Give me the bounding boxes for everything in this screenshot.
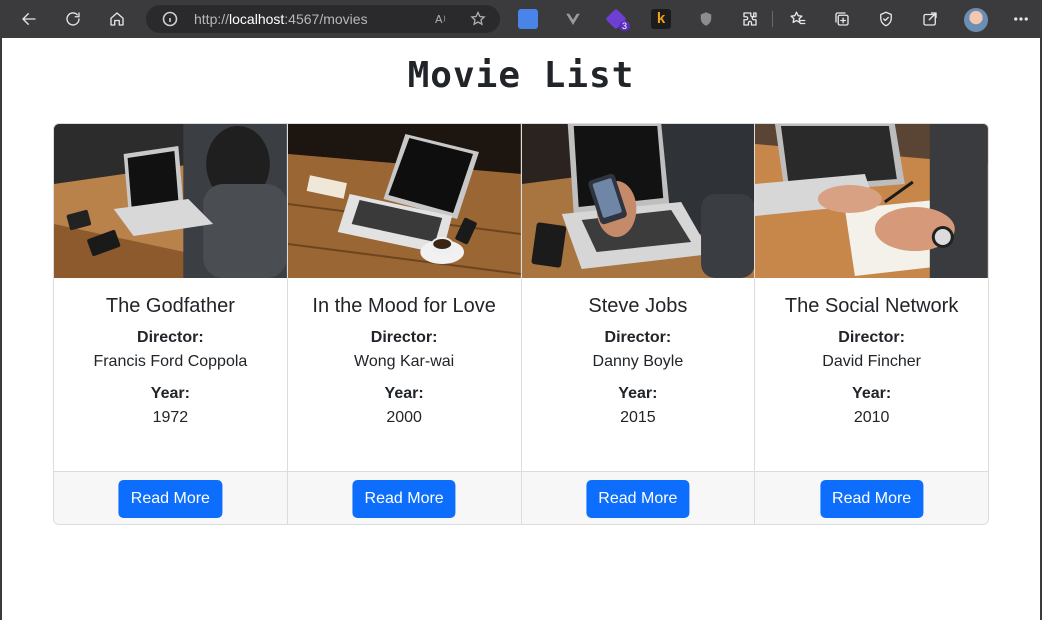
read-aloud-icon[interactable]: A) (434, 11, 450, 27)
release-year: 1972 (152, 409, 189, 426)
movie-card-image (755, 124, 988, 278)
movie-title: The Social Network (784, 295, 959, 317)
director-name: Francis Ford Coppola (93, 353, 248, 370)
extensions-puzzle-icon[interactable] (738, 7, 762, 31)
svg-text:A: A (435, 13, 443, 26)
vue-extension-icon[interactable] (561, 7, 585, 31)
toolbar-divider (772, 11, 773, 27)
page-content: Movie List The Godfather Director: Franc… (2, 38, 1040, 620)
translate-extension-icon[interactable] (518, 9, 538, 29)
page-title: Movie List (407, 55, 635, 96)
browser-essentials-icon[interactable] (874, 7, 898, 31)
director-name: Danny Boyle (592, 353, 684, 370)
director-label: Director: (604, 329, 672, 346)
release-year: 2015 (620, 409, 656, 426)
shield-extension-icon[interactable] (694, 7, 718, 31)
favorites-icon[interactable] (786, 7, 810, 31)
read-more-button[interactable]: Read More (352, 480, 456, 518)
movie-title: In the Mood for Love (312, 295, 496, 317)
year-label: Year: (618, 385, 658, 402)
extension-badge-count: 3 (619, 21, 631, 31)
collections-icon[interactable] (830, 7, 854, 31)
url-text: http://localhost:4567/movies (194, 11, 368, 27)
release-year: 2010 (853, 409, 890, 426)
movie-card-footer: Read More (287, 471, 521, 524)
movie-card-body: Steve Jobs Director: Danny Boyle Year: 2… (522, 278, 755, 471)
director-label: Director: (370, 329, 438, 346)
movie-card-image (287, 124, 521, 278)
home-icon[interactable] (105, 7, 129, 31)
year-label: Year: (150, 385, 190, 402)
read-more-button[interactable]: Read More (586, 480, 690, 518)
director-name: Wong Kar-wai (354, 353, 455, 370)
address-bar[interactable]: http://localhost:4567/movies A) (146, 5, 500, 33)
movie-card: The Godfather Director: Francis Ford Cop… (54, 124, 288, 524)
movie-card-footer: Read More (54, 471, 287, 524)
reload-icon[interactable] (61, 7, 85, 31)
read-more-button[interactable]: Read More (118, 480, 222, 518)
movie-card-image (521, 124, 755, 278)
movie-card-body: In the Mood for Love Director: Wong Kar-… (288, 278, 521, 471)
director-label: Director: (137, 329, 204, 346)
add-favorite-icon[interactable] (470, 10, 486, 27)
movie-card-group: The Godfather Director: Francis Ford Cop… (53, 123, 989, 525)
year-label: Year: (384, 385, 424, 402)
movie-card: Steve Jobs Director: Danny Boyle Year: 2… (521, 124, 756, 524)
director-label: Director: (838, 329, 905, 346)
movie-card-body: The Social Network Director: David Finch… (755, 278, 988, 471)
site-info-icon[interactable] (162, 11, 178, 27)
year-label: Year: (852, 385, 892, 402)
director-name: David Fincher (822, 353, 921, 370)
share-icon[interactable] (918, 7, 942, 31)
browser-toolbar: http://localhost:4567/movies A) 3 k (0, 0, 1042, 38)
movie-card-footer: Read More (755, 471, 988, 524)
movie-title: Steve Jobs (588, 295, 688, 317)
back-icon[interactable] (17, 7, 41, 31)
movie-title: The Godfather (105, 295, 235, 317)
movie-card: In the Mood for Love Director: Wong Kar-… (287, 124, 522, 524)
more-options-icon[interactable] (1009, 7, 1033, 31)
svg-text:): ) (443, 15, 446, 23)
movie-card-body: The Godfather Director: Francis Ford Cop… (54, 278, 287, 471)
movie-card-footer: Read More (521, 471, 755, 524)
movie-card: The Social Network Director: David Finch… (755, 124, 988, 524)
movie-card-image (54, 124, 287, 278)
read-more-button[interactable]: Read More (820, 480, 924, 518)
k-extension-icon[interactable]: k (651, 9, 671, 29)
profile-avatar[interactable] (964, 8, 988, 32)
release-year: 2000 (386, 409, 422, 426)
